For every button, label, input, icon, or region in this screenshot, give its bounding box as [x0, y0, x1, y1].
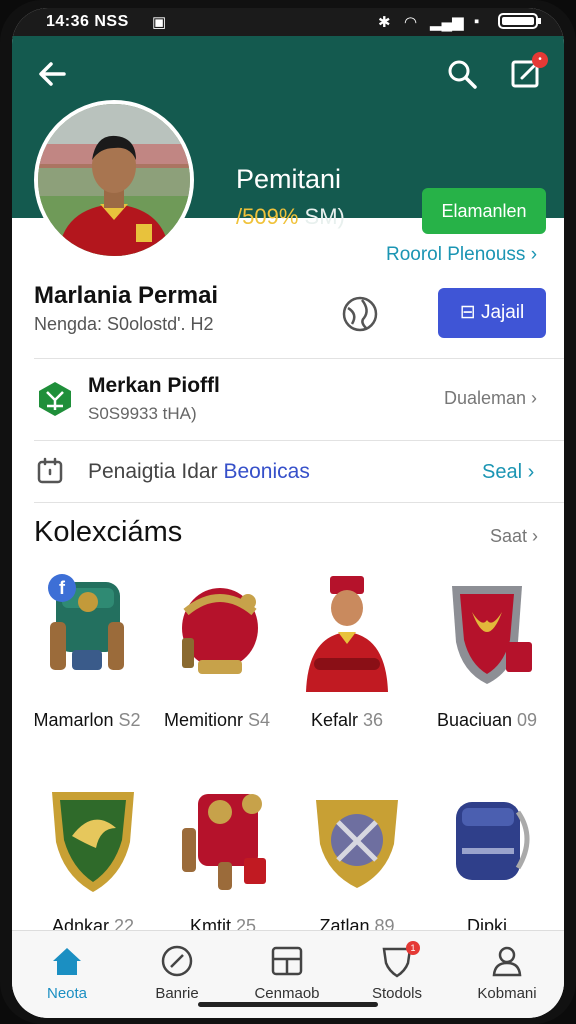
divider	[34, 358, 564, 359]
profile-link-label: Roorol Plenouss	[386, 244, 526, 265]
profile-name: Marlania Permai	[34, 282, 219, 309]
item-number: S4	[248, 710, 271, 730]
edit-icon[interactable]: •	[510, 52, 548, 90]
market-row-link-label: Dualeman	[444, 388, 527, 408]
collection-see-all-label: Saat	[490, 526, 528, 546]
divider	[34, 440, 564, 441]
gold-shield-icon	[316, 800, 398, 888]
person-icon	[492, 946, 522, 977]
collection-title: Kolexciáms	[34, 516, 183, 548]
market-icon	[36, 380, 74, 418]
item-number: S2	[118, 710, 141, 730]
gauge-icon	[161, 945, 193, 977]
armor-pack-icon	[182, 794, 266, 890]
grid-box-icon	[271, 946, 303, 976]
bluetooth-icon: ✱	[378, 14, 391, 31]
item-name: Buaciuan	[436, 710, 512, 730]
globe-icon[interactable]	[340, 294, 380, 334]
join-profile-button[interactable]: ⊟ Jajail	[438, 288, 546, 338]
profile-subtitle: Nengda: S0olostd'. H2	[34, 314, 214, 334]
notice-row-text: Penaigtia Idar	[88, 460, 218, 483]
collection-item[interactable]: Memitionr S4	[152, 572, 282, 762]
notice-row[interactable]: Penaigtia Idar Beonicas	[88, 460, 310, 484]
nav-badge: 1	[406, 941, 420, 955]
item-name: Mamarlon	[33, 710, 114, 730]
market-row-title: Merkan Pioffl	[88, 374, 220, 397]
facebook-icon: f	[48, 574, 76, 602]
nav-label: Banrie	[155, 985, 199, 1002]
signal-icon: ▂▄▆	[430, 14, 464, 31]
nav-label: Kobmani	[477, 985, 537, 1002]
item-number: 09	[517, 710, 538, 730]
item-number: 36	[363, 710, 384, 730]
item-label: Memitionr S4	[152, 710, 282, 731]
nav-banrie[interactable]: Banrie	[122, 939, 232, 1009]
wifi-icon: ◠	[404, 14, 418, 31]
home-indicator[interactable]	[198, 1002, 378, 1007]
notice-row-link[interactable]: Seal ›	[482, 461, 534, 484]
calendar-icon	[36, 456, 74, 494]
nav-label: Stodols	[371, 985, 423, 1002]
status-time: 14:36 NSS	[46, 13, 129, 30]
collection-item[interactable]: Buaciuan 09	[422, 572, 552, 762]
item-label: Kefalr 36	[282, 710, 412, 731]
item-label: Buaciuan 09	[422, 710, 552, 731]
header-stat-value: /509%	[236, 204, 299, 229]
phone-frame: 14:36 NSS ▣ ✱ ◠ ▂▄▆ ▪ • Pemitani /509% S…	[0, 0, 576, 1024]
player-figure-icon	[306, 576, 388, 692]
nav-kobmani[interactable]: Kobmani	[452, 939, 562, 1009]
green-shield-icon	[52, 792, 134, 892]
status-bar: 14:36 NSS ▣ ✱ ◠ ▂▄▆ ▪	[12, 8, 564, 36]
helmet-icon	[182, 588, 258, 674]
profile-link[interactable]: Roorol Plenouss ›	[386, 244, 537, 266]
market-row-link[interactable]: Dualeman ›	[444, 388, 537, 409]
nav-home[interactable]: Neota	[12, 939, 122, 1009]
join-button[interactable]: Elamanlen	[422, 188, 546, 234]
notice-row-accent: Beonicas	[223, 460, 310, 483]
divider	[34, 502, 564, 503]
back-arrow-icon[interactable]	[34, 56, 70, 92]
notification-icon: ▣	[152, 14, 167, 31]
screen: 14:36 NSS ▣ ✱ ◠ ▂▄▆ ▪ • Pemitani /509% S…	[12, 8, 564, 1018]
flag-icon: ⊟	[459, 302, 476, 323]
edit-notification-dot: •	[532, 52, 548, 68]
nav-stodols[interactable]: 1 Stodols	[342, 939, 452, 1009]
nav-cenmaob[interactable]: Cenmaob	[232, 939, 342, 1009]
item-name: Kefalr	[310, 710, 358, 730]
red-shield-icon	[452, 586, 532, 684]
header-stat-rest: SM)	[304, 204, 345, 229]
search-icon[interactable]	[446, 58, 478, 90]
sim-icon: ▪	[474, 13, 480, 30]
nav-label: Neota	[46, 985, 88, 1002]
item-name: Memitionr	[163, 710, 243, 730]
header-stat: /509% SM)	[236, 204, 345, 230]
join-profile-label: Jajail	[480, 302, 525, 323]
collection-see-all[interactable]: Saat ›	[490, 526, 538, 547]
header-username: Pemitani	[236, 164, 342, 194]
collection-item[interactable]: Kefalr 36	[282, 572, 412, 762]
avatar[interactable]	[34, 100, 194, 260]
collection-item[interactable]: Mamarlon S2 f	[22, 572, 152, 762]
notice-row-link-label: Seal	[482, 461, 523, 483]
market-row-subtitle: S0S9933 tHA)	[88, 404, 197, 423]
home-icon	[53, 948, 81, 975]
item-label: Mamarlon S2	[22, 710, 152, 731]
blue-bag-icon	[456, 802, 530, 880]
nav-label: Cenmaob	[254, 985, 320, 1002]
battery-icon	[498, 12, 542, 34]
